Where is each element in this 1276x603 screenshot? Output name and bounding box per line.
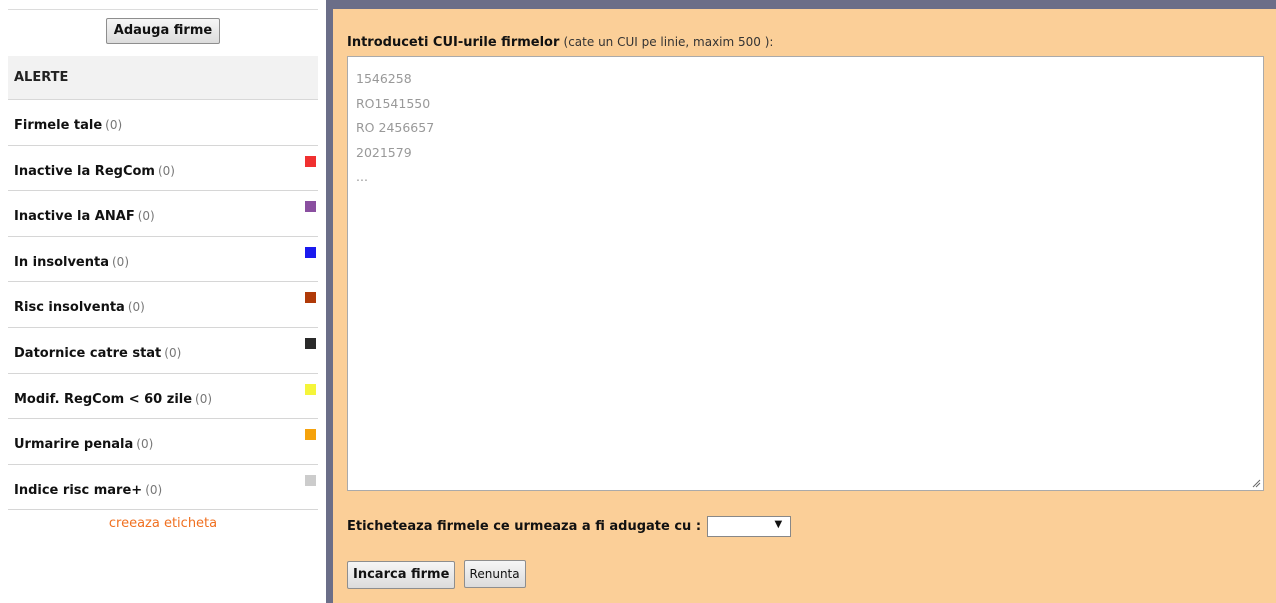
- alert-item-label: Indice risc mare+: [14, 482, 143, 498]
- alert-item-label: Urmarire penala: [14, 437, 134, 453]
- resize-handle-icon[interactable]: [1251, 478, 1261, 488]
- alert-item-count: (0): [127, 300, 145, 315]
- alert-color-swatch: [305, 155, 316, 167]
- alert-item-label: Datornice catre stat: [14, 345, 162, 361]
- tag-label-row: Eticheteaza firmele ce urmeaza a fi adug…: [347, 516, 792, 537]
- alert-item[interactable]: Inactive la ANAF (0): [8, 191, 318, 237]
- alert-item-count: (0): [145, 482, 163, 497]
- alert-item[interactable]: Datornice catre stat (0): [8, 328, 318, 374]
- alert-item-count: (0): [157, 163, 175, 178]
- alert-item-count: (0): [164, 345, 182, 360]
- top-border: [326, 0, 1276, 9]
- sidebar: Adauga firme ALERTE Firmele tale (0) Inact…: [0, 0, 326, 603]
- alert-item[interactable]: Urmarire penala (0): [8, 419, 318, 465]
- alert-item-label: In insolventa: [14, 254, 109, 270]
- alert-item[interactable]: In insolventa (0): [8, 237, 318, 283]
- cui-instructions-title: Introduceti CUI-urile firmelor: [347, 35, 560, 50]
- alert-color-swatch: [305, 337, 316, 349]
- alert-item[interactable]: Risc insolventa (0): [8, 282, 318, 328]
- alert-item-count: (0): [112, 254, 129, 269]
- action-buttons: Incarca firme Renunta: [347, 560, 530, 589]
- upload-companies-button[interactable]: Incarca firme: [347, 561, 456, 589]
- placeholder-line: RO 2456657: [356, 120, 435, 135]
- placeholder-line: 1546258: [356, 71, 412, 86]
- alert-item-count: (0): [137, 209, 155, 224]
- alert-item-label: Firmele tale: [14, 118, 103, 133]
- alert-item-label: Inactive la RegCom: [14, 163, 155, 179]
- create-tag-link[interactable]: creeaza eticheta: [0, 516, 326, 531]
- dropdown-arrow-icon: ▼: [774, 519, 783, 530]
- alert-item[interactable]: Firmele tale (0): [8, 100, 318, 146]
- alert-item-count: (0): [195, 391, 213, 406]
- alert-item[interactable]: Modif. RegCom < 60 zile (0): [8, 374, 318, 420]
- alert-item-label: Modif. RegCom < 60 zile: [14, 391, 193, 407]
- cui-instructions-hint: (cate un CUI pe linie, maxim 500 ):: [563, 35, 774, 49]
- add-button-wrap: Adauga firme: [0, 18, 326, 44]
- alert-item-label: Risc insolventa: [14, 300, 125, 316]
- alert-item-count: (0): [136, 437, 154, 452]
- alert-color-swatch: [305, 292, 316, 304]
- cui-instructions: Introduceti CUI-urile firmelor (cate un …: [347, 35, 773, 50]
- alert-color-swatch: [305, 383, 316, 395]
- add-companies-panel: Introduceti CUI-urile firmelor (cate un …: [333, 9, 1276, 603]
- alert-item-label: Inactive la ANAF: [14, 209, 135, 225]
- alert-color-swatch: [305, 474, 316, 486]
- cancel-button[interactable]: Renunta: [463, 560, 526, 588]
- alert-color-swatch: [305, 246, 316, 258]
- vertical-separator: [326, 0, 333, 603]
- alert-color-swatch: [305, 201, 316, 213]
- cui-textarea-placeholder: 1546258 RO1541550 RO 2456657 2021579...: [356, 67, 1255, 190]
- placeholder-line: ...: [356, 169, 368, 184]
- placeholder-line: 2021579: [356, 144, 412, 160]
- placeholder-line: RO1541550: [356, 95, 431, 111]
- alert-color-swatch: [305, 429, 316, 441]
- alerts-list: Firmele tale (0) Inactive la RegCom (0) Inac…: [8, 100, 318, 511]
- tag-select[interactable]: ▼: [707, 516, 792, 537]
- add-companies-button[interactable]: Adauga firme: [105, 18, 221, 44]
- tag-label-prompt: Eticheteaza firmele ce urmeaza a fi adug…: [347, 519, 702, 534]
- alerts-header: ALERTE: [8, 56, 318, 100]
- alert-item-count: (0): [105, 118, 123, 132]
- alert-item[interactable]: Indice risc mare+ (0): [8, 465, 318, 511]
- sidebar-top-divider: [8, 9, 318, 10]
- alert-item[interactable]: Inactive la RegCom (0): [8, 146, 318, 192]
- cui-textarea[interactable]: 1546258 RO1541550 RO 2456657 2021579...: [347, 56, 1264, 491]
